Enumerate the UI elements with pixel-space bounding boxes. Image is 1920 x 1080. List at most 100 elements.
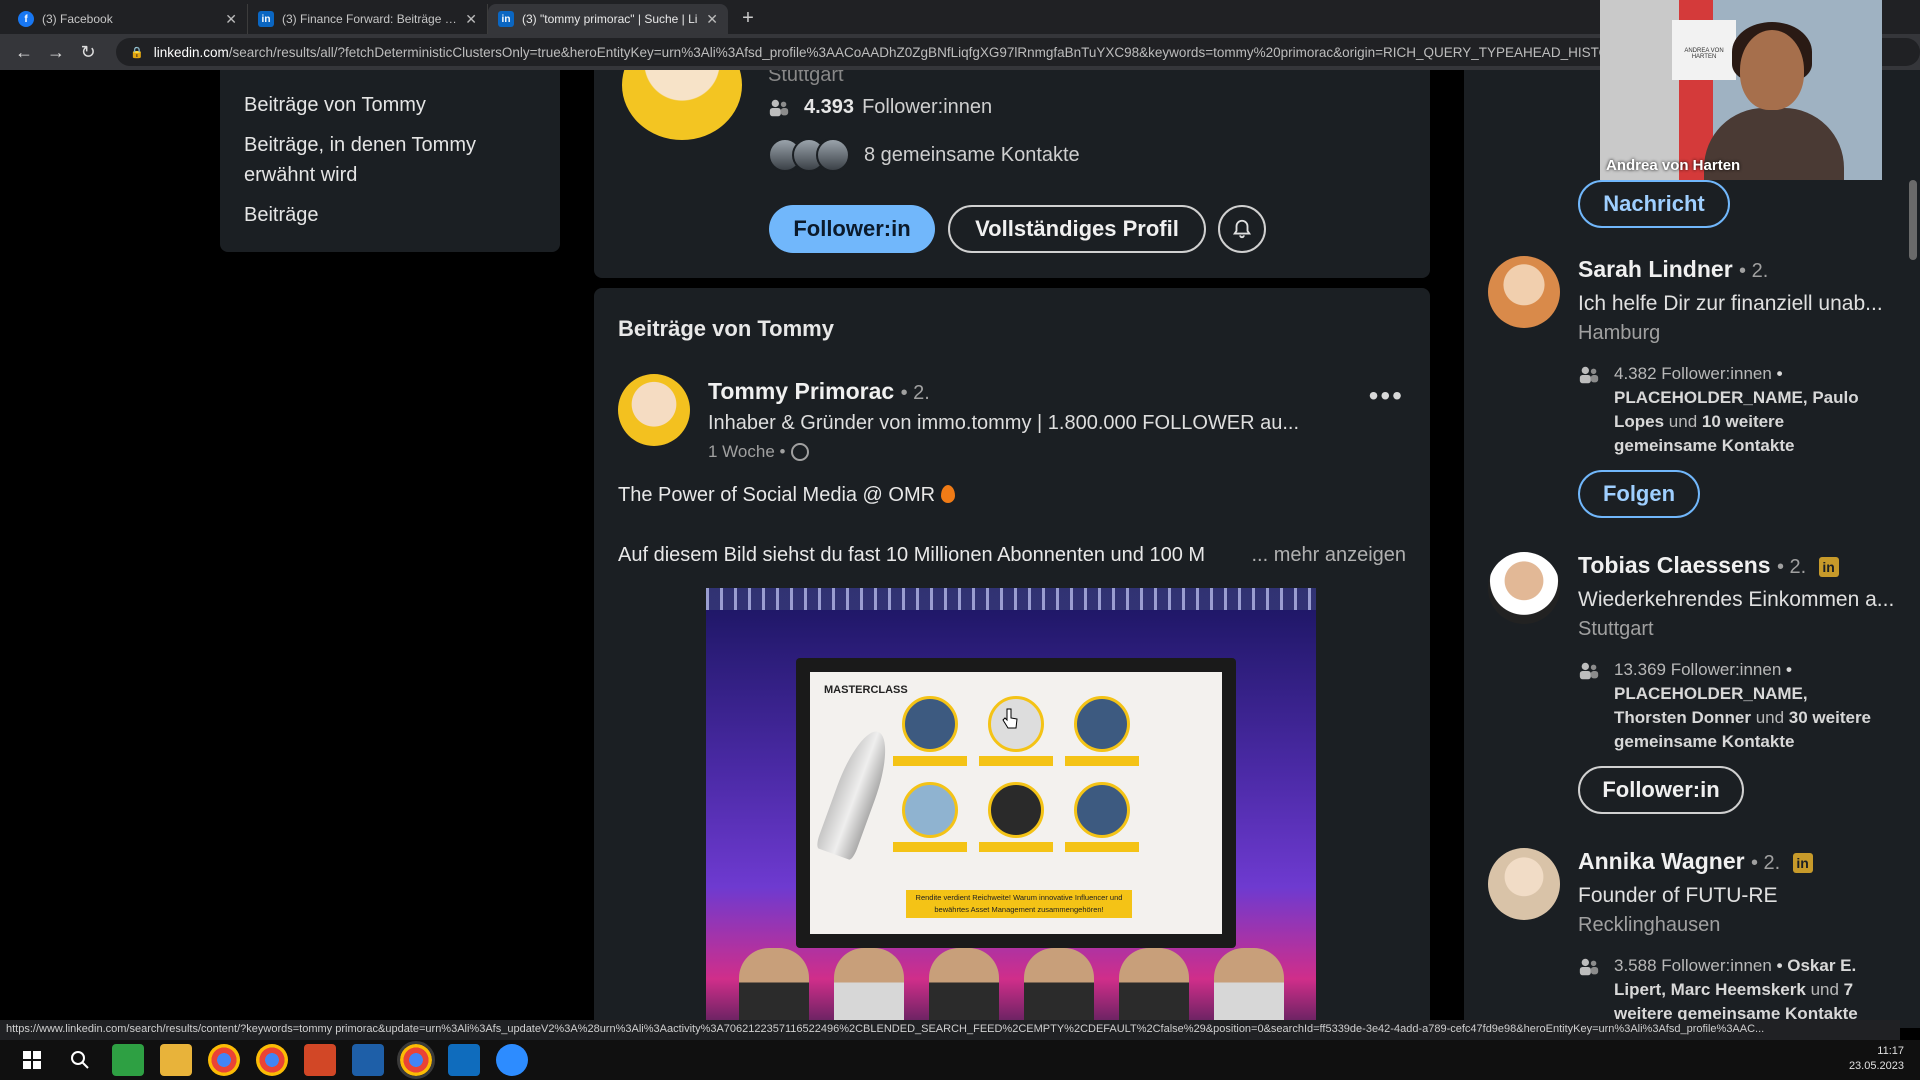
person: [1213, 948, 1284, 1028]
speaker-photo: [902, 782, 958, 838]
avatar[interactable]: [622, 70, 742, 140]
outlook-icon[interactable]: [448, 1044, 480, 1076]
linkedin-icon: in: [258, 11, 274, 27]
show-more-link[interactable]: ... mehr anzeigen: [1245, 544, 1406, 567]
person-name[interactable]: Sarah Lindner: [1578, 256, 1733, 282]
post-filter-card: Beiträge von Tommy Beiträge, in denen To…: [220, 70, 560, 252]
close-icon[interactable]: ✕: [225, 11, 237, 28]
person-name-row[interactable]: Tobias Claessens • 2. in: [1578, 552, 1839, 579]
close-icon[interactable]: ✕: [706, 11, 718, 28]
people-icon: [1579, 366, 1599, 384]
filter-posts-by-tommy[interactable]: Beiträge von Tommy: [244, 90, 536, 120]
url-path: /search/results/all/?fetchDeterministicC…: [228, 44, 1628, 60]
person-name-row[interactable]: Annika Wagner • 2. in: [1578, 848, 1813, 875]
person-city: Recklinghausen: [1578, 914, 1721, 936]
hand-cursor-icon: [1002, 708, 1018, 729]
screen-title: MASTERCLASS: [824, 684, 908, 696]
premium-badge-icon: in: [1818, 557, 1839, 577]
tab-title: (3) Facebook: [42, 12, 113, 26]
tab-title: (3) Finance Forward: Beiträge | Li: [282, 12, 460, 26]
person-name[interactable]: Annika Wagner: [1578, 848, 1745, 874]
person: [1023, 948, 1094, 1028]
chrome-icon[interactable]: [256, 1044, 288, 1076]
back-icon[interactable]: ←: [10, 38, 38, 66]
powerpoint-icon[interactable]: [304, 1044, 336, 1076]
person-name-row[interactable]: Sarah Lindner • 2.: [1578, 256, 1768, 283]
speaker-photo: [1074, 696, 1130, 752]
mutual-join: und: [1668, 412, 1698, 431]
follower-count: 4.382 Follower:innen: [1614, 364, 1772, 383]
people-icon: [1579, 958, 1599, 976]
system-clock[interactable]: 11:17 23.05.2023: [1849, 1044, 1904, 1074]
avatar[interactable]: [618, 374, 690, 446]
tab-facebook[interactable]: f (3) Facebook ✕: [8, 4, 248, 34]
windows-start-icon[interactable]: [16, 1044, 48, 1076]
person-stats: 3.588 Follower:innen • Oskar E. Lipert, …: [1578, 954, 1878, 1026]
filter-posts-mentioning-tommy[interactable]: Beiträge, in denen Tommy erwähnt wird: [244, 130, 536, 190]
zoom-icon[interactable]: [496, 1044, 528, 1076]
section-title: Beiträge von Tommy: [618, 316, 834, 341]
more-options-icon[interactable]: •••: [1369, 380, 1404, 412]
avatar[interactable]: [1488, 848, 1560, 920]
tab-finance-forward[interactable]: in (3) Finance Forward: Beiträge | Li ✕: [248, 4, 488, 34]
follower-count: 13.369 Follower:innen: [1614, 660, 1782, 679]
search-icon[interactable]: [64, 1044, 96, 1076]
premium-badge-icon: in: [1792, 853, 1813, 873]
person: [928, 948, 999, 1028]
scrollbar[interactable]: [1906, 180, 1920, 1028]
connection-degree: • 2.: [900, 382, 930, 404]
connection-degree: • 2.: [1777, 556, 1807, 578]
close-icon[interactable]: ✕: [465, 11, 477, 28]
person-stats: 13.369 Follower:innen • PLACEHOLDER_NAME…: [1578, 658, 1878, 754]
mutual-join: und: [1810, 980, 1839, 999]
posts-section: Beiträge von Tommy Tommy Primorac • 2. I…: [594, 288, 1430, 1028]
fire-emoji-icon: [941, 485, 956, 503]
person-city: Hamburg: [1578, 322, 1661, 344]
mutual-join: und: [1755, 708, 1785, 727]
video-call-overlay[interactable]: ANDREA VON HARTEN Andrea von Harten: [1600, 0, 1882, 180]
follower-button[interactable]: Follower:in: [1578, 766, 1744, 814]
mutual-connections-row[interactable]: 8 gemeinsame Kontakte: [768, 138, 1080, 172]
forward-icon[interactable]: →: [42, 38, 70, 66]
person-result: Tobias Claessens • 2. in Wiederkehrendes…: [1464, 552, 1904, 842]
reload-icon[interactable]: ↻: [74, 38, 102, 66]
follower-button[interactable]: Follower:in: [769, 205, 935, 253]
full-profile-button[interactable]: Vollständiges Profil: [948, 205, 1206, 253]
linkedin-search-page: Beiträge von Tommy Beiträge, in denen To…: [0, 70, 1920, 1028]
chrome-icon[interactable]: [208, 1044, 240, 1076]
person-name[interactable]: Tobias Claessens: [1578, 552, 1771, 578]
camtasia-icon[interactable]: [112, 1044, 144, 1076]
participant-name: Andrea von Harten: [1606, 157, 1741, 174]
post-text-line: The Power of Social Media @ OMR: [618, 484, 956, 507]
post-time: 1 Woche •: [708, 442, 786, 461]
post-image[interactable]: MASTERCLASS Rendite verdient Reichweite!…: [706, 588, 1316, 1028]
follow-button[interactable]: Folgen: [1578, 470, 1700, 518]
person-result: Annika Wagner • 2. in Founder of FUTU-RE…: [1464, 848, 1904, 1028]
app-icon[interactable]: [352, 1044, 384, 1076]
new-tab-button[interactable]: +: [734, 4, 762, 32]
clock-date: 23.05.2023: [1848, 1060, 1904, 1072]
avatar[interactable]: [1488, 256, 1560, 328]
lock-icon: 🔒: [130, 46, 144, 59]
tab-search[interactable]: in (3) "tommy primorac" | Suche | Li ✕: [488, 4, 728, 34]
person-result: Sarah Lindner • 2. Ich helfe Dir zur fin…: [1464, 256, 1904, 546]
post-author[interactable]: Tommy Primorac • 2.: [708, 378, 930, 405]
wall-logo: ANDREA VON HARTEN: [1672, 20, 1736, 80]
people-icon: [1579, 662, 1599, 680]
follower-count: 3.588 Follower:innen: [1614, 956, 1772, 975]
person-city: Stuttgart: [1578, 618, 1654, 640]
person-stats: 4.382 Follower:innen • PLACEHOLDER_NAME,…: [1578, 362, 1878, 458]
filter-posts[interactable]: Beiträge: [244, 200, 536, 230]
author-name[interactable]: Tommy Primorac: [708, 378, 894, 404]
message-button[interactable]: Nachricht: [1578, 180, 1730, 228]
followers-label: Follower:innen: [862, 96, 993, 118]
tab-title: (3) "tommy primorac" | Suche | Li: [522, 12, 698, 26]
file-explorer-icon[interactable]: [160, 1044, 192, 1076]
chrome-active-icon[interactable]: [397, 1041, 435, 1079]
profile-card: Stuttgart 4.393 Follower:innen 8 gemeins…: [594, 70, 1430, 278]
avatar[interactable]: [1488, 552, 1560, 624]
scroll-thumb[interactable]: [1909, 180, 1917, 260]
notification-bell-button[interactable]: [1218, 205, 1266, 253]
presenter-face: [1740, 30, 1804, 110]
facebook-icon: f: [18, 11, 34, 27]
